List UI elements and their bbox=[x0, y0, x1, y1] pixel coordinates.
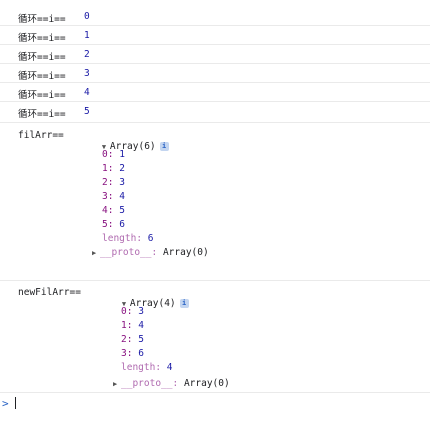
array-entry: 0: 3 bbox=[121, 306, 144, 317]
log-value: 3 bbox=[84, 68, 90, 79]
log-divider bbox=[0, 25, 430, 26]
array-entry: 2: 5 bbox=[121, 334, 144, 345]
array-entry: 1: 4 bbox=[121, 320, 144, 331]
log-label: 循环==i== bbox=[18, 71, 66, 82]
log-label: 循环==i== bbox=[18, 52, 66, 63]
array-proto-toggle[interactable]: ▶ __proto__: Array(0) bbox=[92, 247, 209, 258]
log-divider bbox=[0, 63, 430, 64]
console-input[interactable] bbox=[15, 397, 16, 409]
array-entry: 1: 2 bbox=[102, 163, 125, 174]
log-label: 循环==i== bbox=[18, 109, 66, 120]
array-proto-toggle[interactable]: ▶ __proto__: Array(0) bbox=[113, 378, 230, 389]
log-value: 2 bbox=[84, 49, 90, 60]
log-label: 循环==i== bbox=[18, 14, 66, 25]
triangle-right-icon[interactable]: ▶ bbox=[92, 249, 100, 257]
array-entry: 0: 1 bbox=[102, 149, 125, 160]
filarr-label: filArr== bbox=[18, 130, 64, 141]
log-value: 5 bbox=[84, 106, 90, 117]
log-divider bbox=[0, 44, 430, 45]
array-length: length: 4 bbox=[121, 362, 173, 373]
log-divider bbox=[0, 122, 430, 123]
log-value: 1 bbox=[84, 30, 90, 41]
log-label: 循环==i== bbox=[18, 90, 66, 101]
log-divider bbox=[0, 82, 430, 83]
array-entry: 3: 4 bbox=[102, 191, 125, 202]
array-entry: 4: 5 bbox=[102, 205, 125, 216]
info-icon[interactable]: i bbox=[159, 142, 169, 151]
log-divider bbox=[0, 392, 430, 393]
log-divider bbox=[0, 101, 430, 102]
array-length: length: 6 bbox=[102, 233, 154, 244]
newfilarr-label: newFilArr== bbox=[18, 287, 81, 298]
array-entry: 5: 6 bbox=[102, 219, 125, 230]
log-label: 循环==i== bbox=[18, 33, 66, 44]
array-entry: 3: 6 bbox=[121, 348, 144, 359]
triangle-right-icon[interactable]: ▶ bbox=[113, 380, 121, 388]
log-value: 4 bbox=[84, 87, 90, 98]
info-icon[interactable]: i bbox=[179, 299, 189, 308]
array-entry: 2: 3 bbox=[102, 177, 125, 188]
log-value: 0 bbox=[84, 11, 90, 22]
log-divider bbox=[0, 280, 430, 281]
console-prompt-icon: > bbox=[2, 397, 9, 410]
